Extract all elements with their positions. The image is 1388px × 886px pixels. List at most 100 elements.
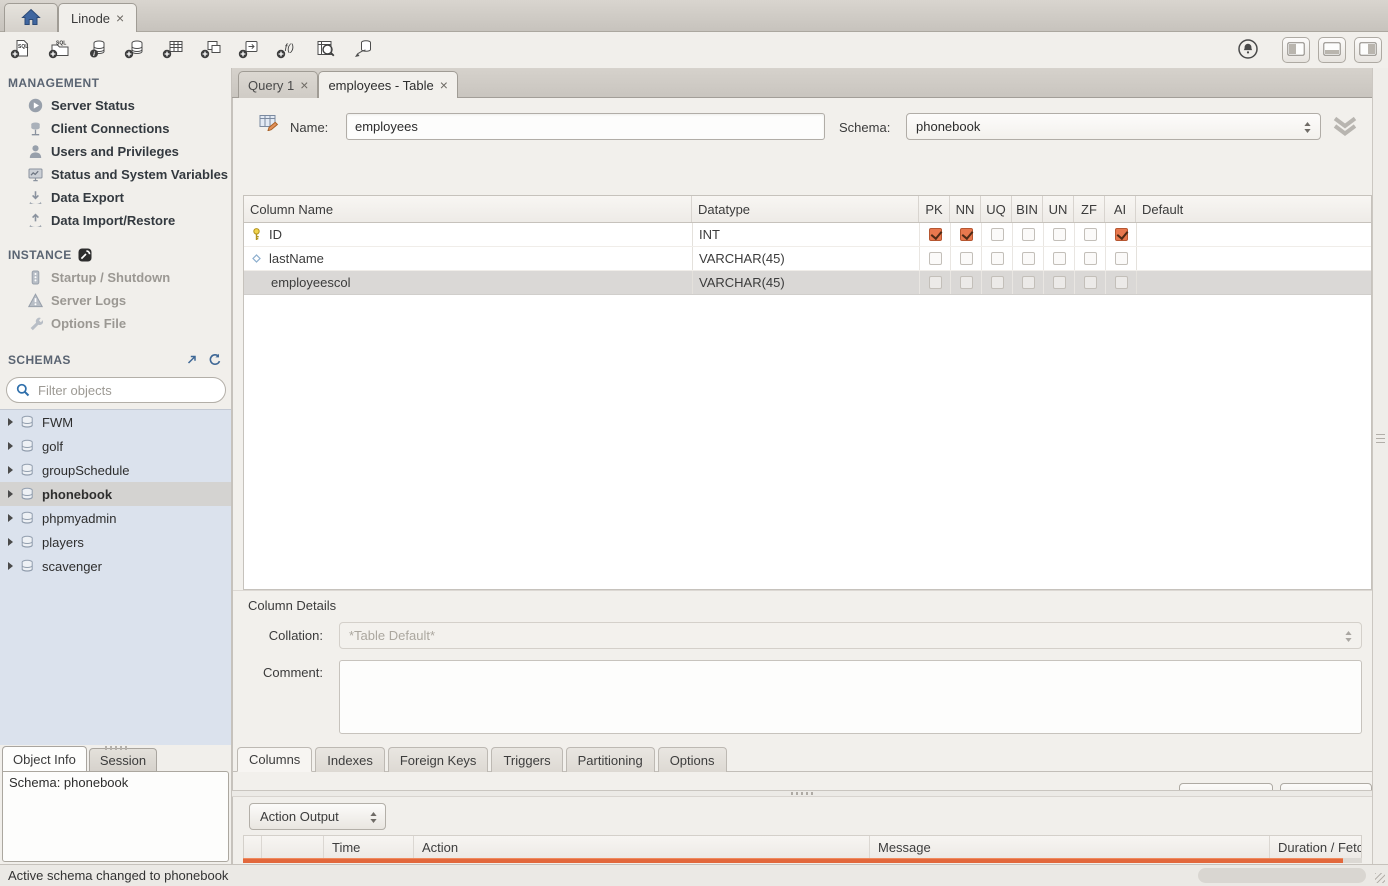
tab-columns[interactable]: Columns [237,747,312,772]
panel-splitter-grip[interactable] [105,746,127,750]
toggle-left-panel-button[interactable] [1282,37,1310,63]
chevron-right-icon[interactable] [8,514,13,522]
ai-checkbox[interactable] [1115,228,1128,241]
sidebar-item-data-import-restore[interactable]: Data Import/Restore [0,209,231,232]
pk-checkbox[interactable] [929,276,942,289]
connection-tab-linode[interactable]: Linode × [58,3,137,32]
grid-header-un[interactable]: UN [1043,196,1074,222]
schema-item-players[interactable]: players [0,530,231,554]
home-tab[interactable] [4,3,58,32]
un-checkbox[interactable] [1053,276,1066,289]
close-icon[interactable]: × [440,78,448,92]
nn-checkbox[interactable] [960,276,973,289]
output-col-action[interactable]: Action [414,836,870,858]
schema-filter-input[interactable] [36,382,216,399]
sidebar-item-options-file[interactable]: Options File [0,312,231,335]
output-col-message[interactable]: Message [870,836,1270,858]
tab-triggers[interactable]: Triggers [491,747,562,772]
uq-checkbox[interactable] [991,252,1004,265]
table-inspector-button[interactable] [308,35,342,65]
toggle-right-panel-button[interactable] [1354,37,1382,63]
horizontal-scrollbar[interactable] [1198,868,1366,883]
output-col-blank-0[interactable] [244,836,262,858]
tab-indexes[interactable]: Indexes [315,747,385,772]
expand-icon[interactable] [185,353,201,367]
ai-checkbox[interactable] [1115,252,1128,265]
pk-checkbox[interactable] [929,228,942,241]
data-transfer-button[interactable] [346,35,380,65]
double-chevron-down-icon[interactable] [1331,115,1359,140]
grid-header-column-name[interactable]: Column Name [244,196,692,222]
output-col-blank-1[interactable] [262,836,324,858]
uq-checkbox[interactable] [991,276,1004,289]
schema-select[interactable]: phonebook [906,113,1321,140]
sidebar-item-status-and-system-variables[interactable]: Status and System Variables [0,163,231,186]
chevron-right-icon[interactable] [8,490,13,498]
right-panel-sash[interactable] [1372,68,1388,864]
sidebar-item-client-connections[interactable]: Client Connections [0,117,231,140]
schema-item-scavenger[interactable]: scavenger [0,554,231,578]
tab-foreign-keys[interactable]: Foreign Keys [388,747,489,772]
inspect-database-button[interactable]: i [80,35,114,65]
create-procedure-button[interactable] [232,35,266,65]
chevron-right-icon[interactable] [8,538,13,546]
output-selected-row[interactable] [243,858,1343,863]
schema-item-phonebook[interactable]: phonebook [0,482,231,506]
open-sql-file-button[interactable]: SQL [42,35,76,65]
create-table-button[interactable] [156,35,190,65]
create-schema-button[interactable] [118,35,152,65]
un-checkbox[interactable] [1053,228,1066,241]
pk-checkbox[interactable] [929,252,942,265]
column-row-lastname[interactable]: lastNameVARCHAR(45) [244,247,1371,271]
close-icon[interactable]: × [300,78,308,92]
tab-employees-table[interactable]: employees - Table× [318,71,457,98]
column-row-id[interactable]: IDINT [244,223,1371,247]
resize-grip[interactable] [1375,873,1385,883]
schema-item-golf[interactable]: golf [0,434,231,458]
tab-object-info[interactable]: Object Info [2,746,87,771]
bin-checkbox[interactable] [1022,276,1035,289]
output-col-duration-fetch[interactable]: Duration / Fetch [1270,836,1361,858]
grid-header-zf[interactable]: ZF [1074,196,1105,222]
refresh-icon[interactable] [207,353,223,367]
comment-textarea[interactable] [339,660,1362,734]
column-row-employeescol[interactable]: employeescolVARCHAR(45) [244,271,1371,295]
zf-checkbox[interactable] [1084,252,1097,265]
bin-checkbox[interactable] [1022,252,1035,265]
grid-header-pk[interactable]: PK [919,196,950,222]
grid-header-bin[interactable]: BIN [1012,196,1043,222]
sidebar-item-startup-shutdown[interactable]: Startup / Shutdown [0,266,231,289]
horizontal-splitter[interactable] [232,790,1372,797]
chevron-right-icon[interactable] [8,466,13,474]
grid-header-datatype[interactable]: Datatype [692,196,919,222]
grid-header-uq[interactable]: UQ [981,196,1012,222]
sidebar-item-server-logs[interactable]: Server Logs [0,289,231,312]
chevron-right-icon[interactable] [8,418,13,426]
grid-header-default[interactable]: Default [1136,196,1371,222]
zf-checkbox[interactable] [1084,228,1097,241]
sidebar-item-data-export[interactable]: Data Export [0,186,231,209]
close-icon[interactable]: × [116,11,124,25]
sidebar-item-server-status[interactable]: Server Status [0,94,231,117]
new-sql-script-button[interactable]: SQL [4,35,38,65]
chevron-right-icon[interactable] [8,442,13,450]
table-name-input[interactable] [346,113,825,140]
output-selector[interactable]: Action Output [249,803,386,830]
tab-partitioning[interactable]: Partitioning [566,747,655,772]
schema-item-phpmyadmin[interactable]: phpmyadmin [0,506,231,530]
grid-header-ai[interactable]: AI [1105,196,1136,222]
tab-options[interactable]: Options [658,747,727,772]
bin-checkbox[interactable] [1022,228,1035,241]
uq-checkbox[interactable] [991,228,1004,241]
un-checkbox[interactable] [1053,252,1066,265]
create-view-button[interactable] [194,35,228,65]
tab-query-1[interactable]: Query 1× [238,71,318,98]
zf-checkbox[interactable] [1084,276,1097,289]
notification-icon[interactable] [1236,37,1260,64]
sidebar-item-users-and-privileges[interactable]: Users and Privileges [0,140,231,163]
tab-session[interactable]: Session [89,748,157,771]
nn-checkbox[interactable] [960,228,973,241]
chevron-right-icon[interactable] [8,562,13,570]
ai-checkbox[interactable] [1115,276,1128,289]
grid-header-nn[interactable]: NN [950,196,981,222]
